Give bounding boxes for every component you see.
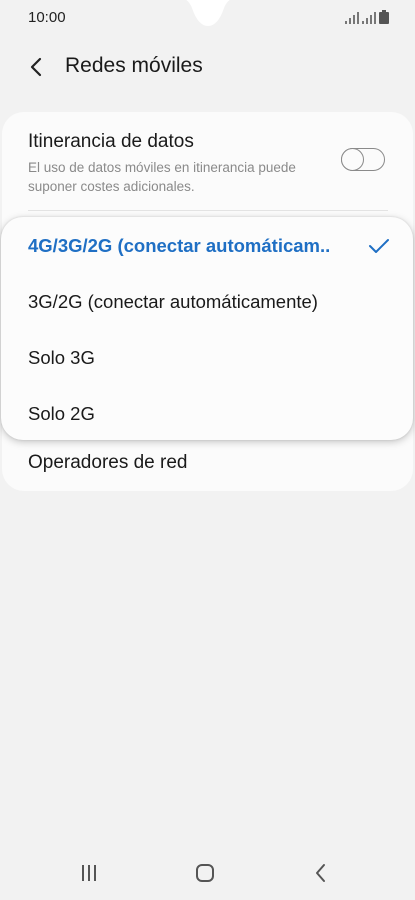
back-icon[interactable] [308,862,334,884]
roaming-title: Itinerancia de datos [28,131,194,152]
navigation-bar [0,850,415,896]
network-mode-option-label: Solo 3G [28,347,95,368]
divider [28,210,388,211]
recent-apps-icon[interactable] [76,862,102,884]
camera-notch [186,0,230,26]
checkmark-icon [369,239,389,253]
network-mode-option-label: 4G/3G/2G (conectar automáticam.. [28,235,331,256]
network-mode-option-label: 3G/2G (conectar automáticamente) [28,291,318,312]
roaming-toggle[interactable] [340,147,385,171]
app-header: Redes móviles [0,44,415,90]
network-mode-option[interactable]: Solo 2G [1,385,413,441]
network-mode-option[interactable]: 3G/2G (conectar automáticamente) [1,273,413,329]
page-title: Redes móviles [65,54,203,77]
status-bar: 10:00 [0,0,415,34]
status-icons [345,10,389,24]
network-mode-option-label: Solo 2G [28,403,95,424]
toggle-knob [340,147,364,171]
battery-icon [379,10,389,24]
back-arrow-icon[interactable] [26,56,48,78]
status-time: 10:00 [28,9,66,26]
signal-icon [362,12,376,24]
network-mode-option[interactable]: Solo 3G [1,329,413,385]
signal-icon [345,12,359,24]
network-operators-item[interactable]: Operadores de red [28,452,188,474]
network-mode-menu: 4G/3G/2G (conectar automáticam.. 3G/2G (… [1,217,413,440]
home-icon[interactable] [192,862,218,884]
network-mode-option[interactable]: 4G/3G/2G (conectar automáticam.. [1,217,413,273]
roaming-description: El uso de datos móviles en itinerancia p… [28,160,296,194]
